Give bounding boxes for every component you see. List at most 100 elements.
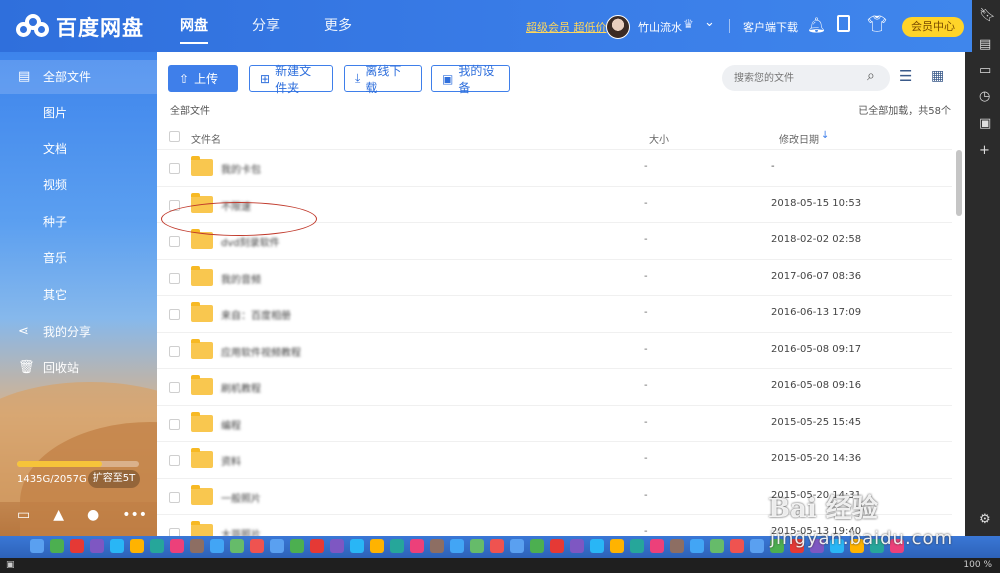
sidebar-item-docs[interactable]: 文档 xyxy=(0,132,157,166)
bookmark-icon[interactable]: 🔖︎ xyxy=(979,8,996,23)
taskbar-app-icon[interactable] xyxy=(430,539,444,553)
search-icon[interactable]: ⌕ xyxy=(867,68,875,84)
table-row[interactable]: 刷机教程 - 2016-05-08 09:16 xyxy=(157,369,952,406)
table-row[interactable]: 资料 - 2015-05-20 14:36 xyxy=(157,442,952,479)
username[interactable]: 竹山流水 xyxy=(638,19,682,35)
sidebar-item-my-share[interactable]: ⋖ 我的分享 xyxy=(0,315,157,349)
sidebar-item-other[interactable]: 其它 xyxy=(0,278,157,312)
screen-icon[interactable]: ▭ xyxy=(979,63,991,78)
reader-icon[interactable]: ▤ xyxy=(979,37,991,52)
taskbar-app-icon[interactable] xyxy=(490,539,504,553)
row-checkbox[interactable] xyxy=(169,418,180,430)
row-checkbox[interactable] xyxy=(169,491,180,503)
taskbar-app-icon[interactable] xyxy=(650,539,664,553)
column-name[interactable]: 文件名 xyxy=(191,131,221,146)
taskbar-app-icon[interactable] xyxy=(710,539,724,553)
row-checkbox[interactable] xyxy=(169,236,180,247)
taskbar-app-icon[interactable] xyxy=(70,539,84,553)
taskbar-app-icon[interactable] xyxy=(210,539,224,553)
taskbar-app-icon[interactable] xyxy=(630,539,644,553)
taskbar-app-icon[interactable] xyxy=(130,539,144,553)
taskbar-app-icon[interactable] xyxy=(270,539,284,553)
table-row[interactable]: 我的音频 - 2017-06-07 08:36 xyxy=(157,260,952,296)
more-icon[interactable]: ••• xyxy=(122,507,147,523)
taskbar-app-icon[interactable] xyxy=(350,539,364,553)
file-name[interactable]: 我的卡包 xyxy=(221,161,261,176)
gear-icon[interactable]: ⚙ xyxy=(979,512,991,527)
taskbar-app-icon[interactable] xyxy=(90,539,104,553)
file-name[interactable]: 应用软件视频教程 xyxy=(221,344,301,359)
offline-download-button[interactable]: ⤓ 离线下载 xyxy=(344,64,422,95)
bell-icon[interactable]: 🔔︎ xyxy=(807,16,826,34)
file-name[interactable]: dvd刻录软件 xyxy=(221,234,280,249)
taskbar-app-icon[interactable] xyxy=(550,539,564,553)
table-row[interactable]: 来自：百度相册 - 2016-06-13 17:09 xyxy=(157,296,952,333)
taskbar-app-icon[interactable] xyxy=(450,539,464,553)
android-icon[interactable]: ▲ xyxy=(53,507,64,523)
row-checkbox[interactable] xyxy=(169,309,180,320)
file-name[interactable]: 我的音频 xyxy=(221,271,261,286)
table-row[interactable]: 我的卡包 - - xyxy=(157,150,952,187)
taskbar-app-icon[interactable] xyxy=(610,539,624,553)
taskbar-app-icon[interactable] xyxy=(730,539,744,553)
column-size[interactable]: 大小 xyxy=(649,131,669,146)
apple-icon[interactable]: ● xyxy=(87,507,99,523)
sort-icon[interactable]: ☰ xyxy=(899,67,912,85)
expand-storage-button[interactable]: 扩容至5T xyxy=(88,470,140,488)
row-checkbox[interactable] xyxy=(169,163,180,174)
taskbar-app-icon[interactable] xyxy=(230,539,244,553)
taskbar-app-icon[interactable] xyxy=(510,539,524,553)
sidebar-item-recycle-bin[interactable]: 🗑︎ 回收站 xyxy=(0,351,157,385)
breadcrumb[interactable]: 全部文件 xyxy=(170,102,210,117)
file-name[interactable]: 资料 xyxy=(221,453,241,468)
row-checkbox[interactable] xyxy=(169,345,180,357)
table-row[interactable]: 应用软件视频教程 - 2016-05-08 09:17 xyxy=(157,333,952,369)
taskbar-app-icon[interactable] xyxy=(410,539,424,553)
file-name[interactable]: 刷机教程 xyxy=(221,380,261,395)
nav-more[interactable]: 更多 xyxy=(324,0,352,52)
new-folder-button[interactable]: ⊞ 新建文件夹 xyxy=(249,64,333,95)
grid-view-icon[interactable]: ▦ xyxy=(931,68,944,84)
nav-share[interactable]: 分享 xyxy=(252,0,280,52)
taskbar-app-icon[interactable] xyxy=(150,539,164,553)
column-date[interactable]: 修改日期 xyxy=(779,131,819,146)
upload-button[interactable]: ⇧ 上传 xyxy=(168,65,238,92)
taskbar-app-icon[interactable] xyxy=(190,539,204,553)
taskbar-app-icon[interactable] xyxy=(690,539,704,553)
select-all-checkbox[interactable] xyxy=(169,131,180,142)
logo[interactable]: 百度网盘 xyxy=(16,12,144,42)
vip-center-button[interactable]: 会员中心 xyxy=(902,17,964,37)
taskbar-app-icon[interactable] xyxy=(250,539,264,553)
promo-link[interactable]: 超级会员 超低价 xyxy=(526,19,607,35)
taskbar-app-icon[interactable] xyxy=(670,539,684,553)
skin-icon[interactable]: 👕︎ xyxy=(867,14,887,33)
client-download-link[interactable]: 客户端下载 xyxy=(743,19,798,35)
taskbar-app-icon[interactable] xyxy=(530,539,544,553)
taskbar-app-icon[interactable] xyxy=(110,539,124,553)
sidebar-item-videos[interactable]: 视频 xyxy=(0,168,157,202)
taskbar-app-icon[interactable] xyxy=(170,539,184,553)
my-devices-button[interactable]: ▣ 我的设备 xyxy=(431,64,510,95)
sidebar-item-torrents[interactable]: 种子 xyxy=(0,205,157,239)
nav-netdisk[interactable]: 网盘 xyxy=(180,0,208,52)
panel-icon[interactable]: ▣ xyxy=(6,560,15,570)
taskbar-app-icon[interactable] xyxy=(570,539,584,553)
taskbar-app-icon[interactable] xyxy=(290,539,304,553)
taskbar-app-icon[interactable] xyxy=(390,539,404,553)
search-input[interactable] xyxy=(722,65,890,91)
file-name[interactable]: 来自：百度相册 xyxy=(221,307,291,322)
taskbar-app-icon[interactable] xyxy=(750,539,764,553)
taskbar-app-icon[interactable] xyxy=(370,539,384,553)
taskbar-app-icon[interactable] xyxy=(470,539,484,553)
history-icon[interactable]: ◷ xyxy=(979,89,990,104)
file-name[interactable]: 大哥照片 xyxy=(221,526,261,536)
row-checkbox[interactable] xyxy=(169,455,180,466)
sidebar-item-music[interactable]: 音乐 xyxy=(0,241,157,275)
table-row[interactable]: 编程 - 2015-05-25 15:45 xyxy=(157,406,952,442)
file-name[interactable]: 编程 xyxy=(221,417,241,432)
chevron-down-icon[interactable]: ⌄ xyxy=(704,15,715,30)
row-checkbox[interactable] xyxy=(169,382,180,393)
taskbar-app-icon[interactable] xyxy=(590,539,604,553)
taskbar-app-icon[interactable] xyxy=(310,539,324,553)
file-name[interactable]: 一般照片 xyxy=(221,490,261,505)
